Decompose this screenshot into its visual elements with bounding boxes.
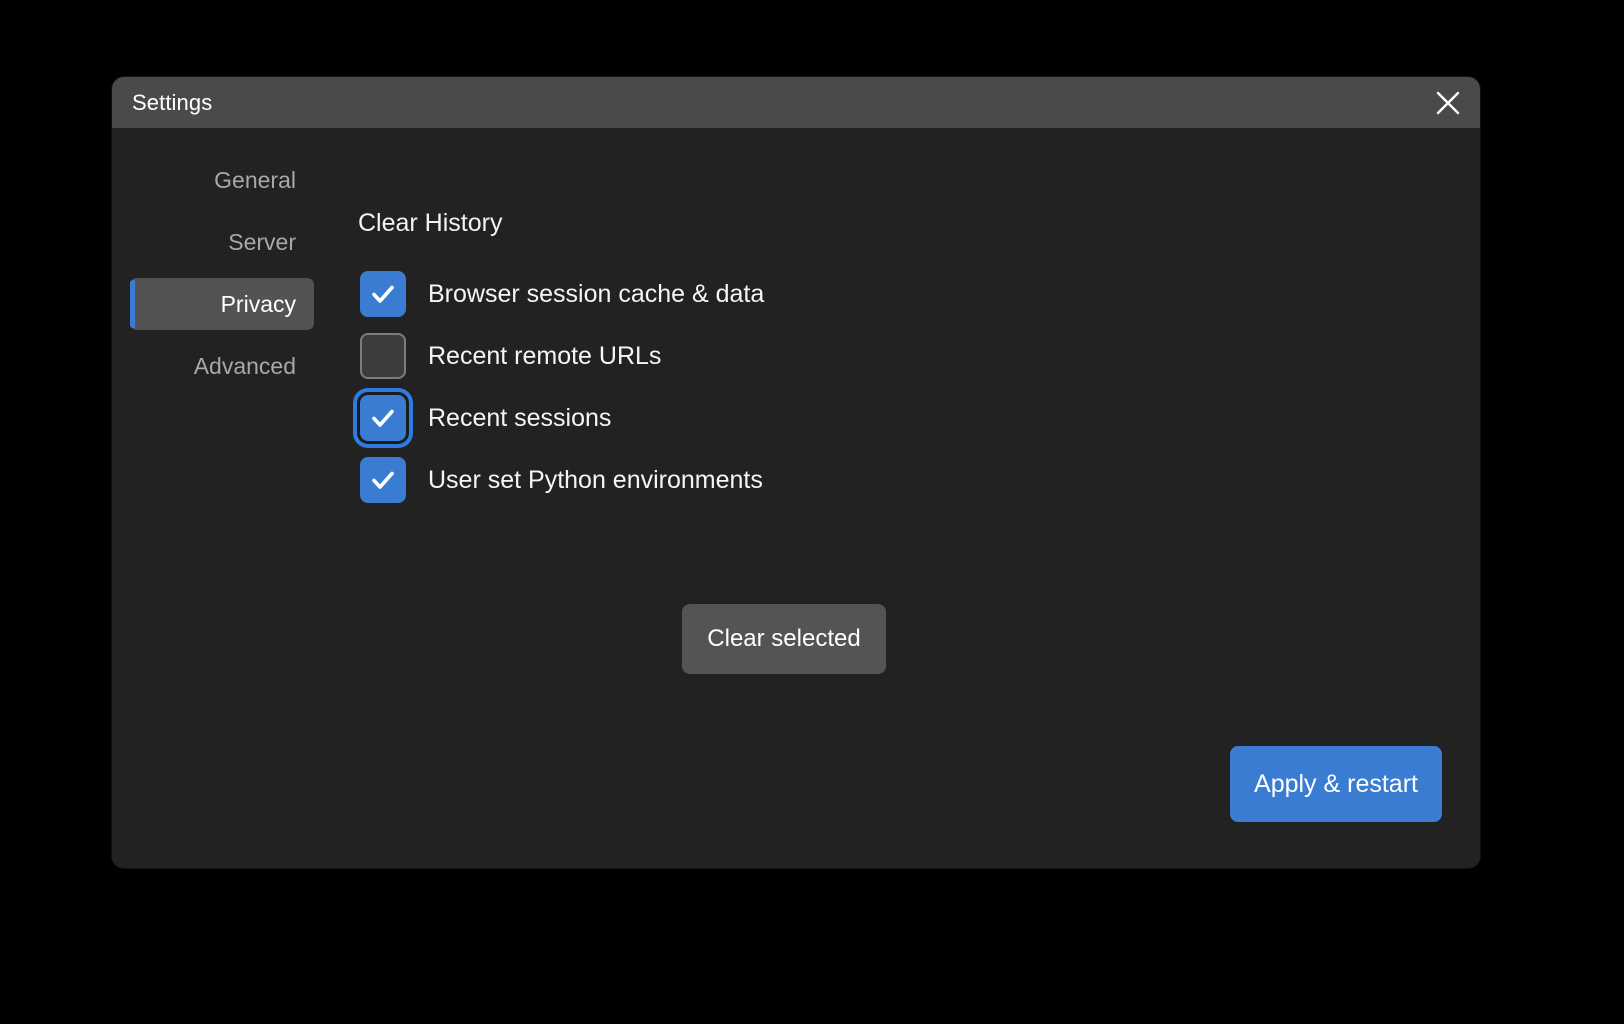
dialog-body: General Server Privacy Advanced Clear Hi… xyxy=(112,128,1480,868)
checkbox-row-recent-sessions[interactable]: Recent sessions xyxy=(360,387,764,449)
check-icon xyxy=(368,279,398,309)
sidebar-item-general[interactable]: General xyxy=(130,154,314,206)
checkbox-row-browser-session-cache[interactable]: Browser session cache & data xyxy=(360,263,764,325)
sidebar-item-label: Privacy xyxy=(221,291,296,318)
check-icon xyxy=(368,465,398,495)
checkbox-row-recent-remote-urls[interactable]: Recent remote URLs xyxy=(360,325,764,387)
sidebar-item-privacy[interactable]: Privacy xyxy=(130,278,314,330)
sidebar-item-label: General xyxy=(214,167,296,194)
sidebar-item-label: Server xyxy=(228,229,296,256)
desktop-background: Settings General Server xyxy=(0,0,1624,1024)
checkbox-label: Recent sessions xyxy=(428,406,611,431)
checkbox-label: User set Python environments xyxy=(428,468,763,493)
section-title-clear-history: Clear History xyxy=(358,211,502,236)
sidebar-item-label: Advanced xyxy=(194,353,296,380)
clear-selected-button[interactable]: Clear selected xyxy=(682,604,886,674)
dialog-titlebar: Settings xyxy=(112,77,1480,128)
dialog-title: Settings xyxy=(132,92,212,114)
checkbox-recent-sessions[interactable] xyxy=(360,395,406,441)
apply-and-restart-button[interactable]: Apply & restart xyxy=(1230,746,1442,822)
checkbox-row-user-set-python-environments[interactable]: User set Python environments xyxy=(360,449,764,511)
checkbox-label: Recent remote URLs xyxy=(428,344,661,369)
checkbox-browser-session-cache[interactable] xyxy=(360,271,406,317)
sidebar-item-server[interactable]: Server xyxy=(130,216,314,268)
check-icon xyxy=(368,403,398,433)
close-button[interactable] xyxy=(1416,77,1480,128)
sidebar-item-advanced[interactable]: Advanced xyxy=(130,340,314,392)
checkbox-label: Browser session cache & data xyxy=(428,282,764,307)
checkbox-user-set-python-environments[interactable] xyxy=(360,457,406,503)
close-icon xyxy=(1433,88,1463,118)
settings-main-panel: Clear History Browser session cache & da… xyxy=(316,128,1480,868)
settings-sidebar: General Server Privacy Advanced xyxy=(112,128,316,868)
checkbox-recent-remote-urls[interactable] xyxy=(360,333,406,379)
settings-dialog: Settings General Server xyxy=(112,77,1480,868)
clear-history-checkbox-list: Browser session cache & data Recent remo… xyxy=(360,263,764,511)
